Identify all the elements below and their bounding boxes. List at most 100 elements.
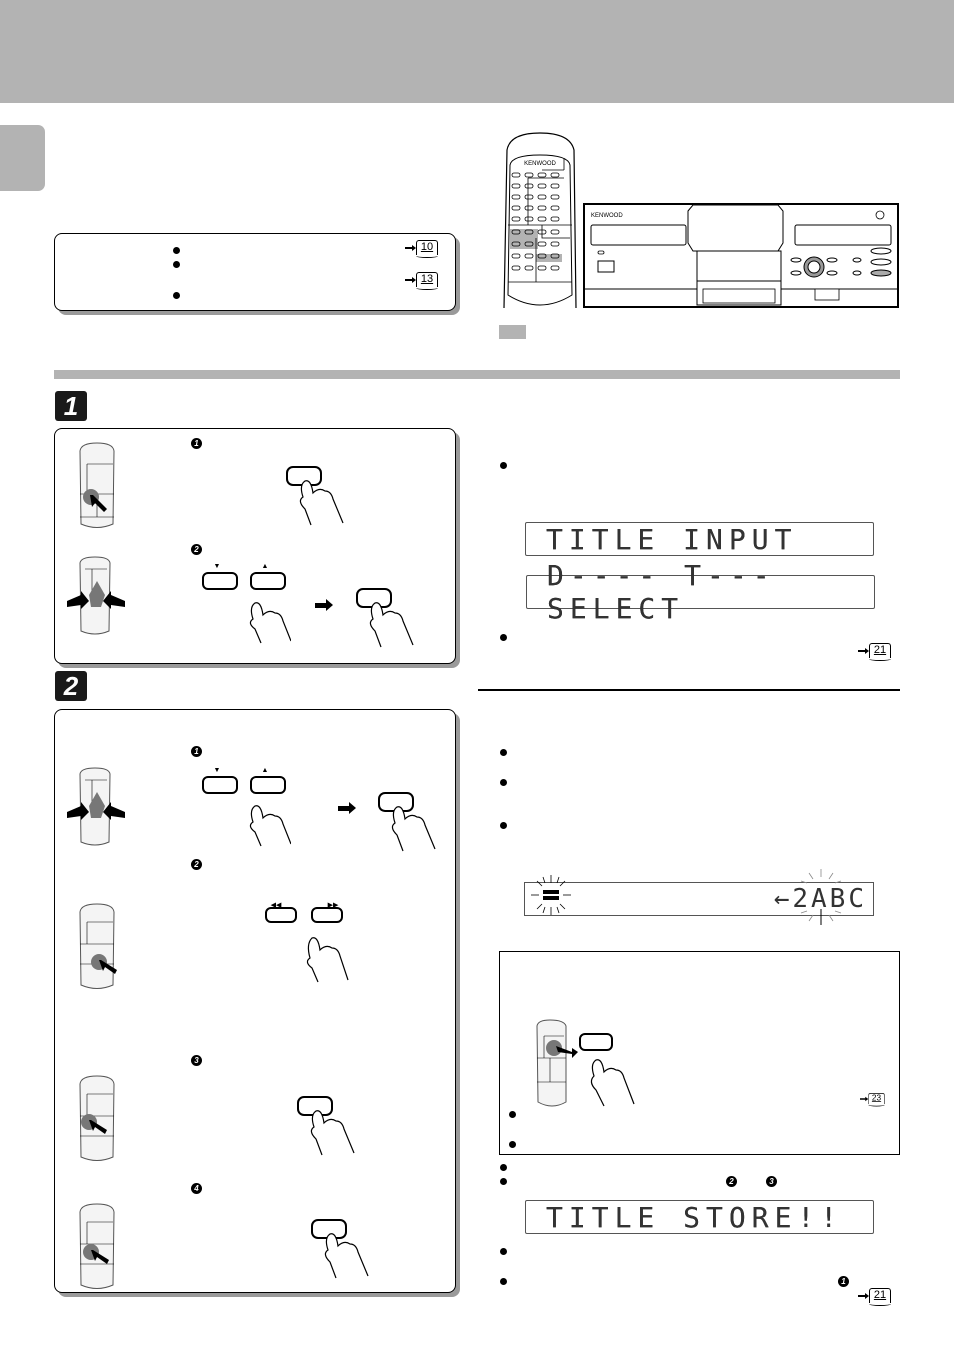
bullet <box>500 779 507 786</box>
next-arrow-icon-head <box>326 599 333 611</box>
remote-control-icon <box>79 442 115 528</box>
down-label: ▼ <box>213 767 221 774</box>
remote-control-icon <box>67 767 125 846</box>
blinking-character-icon <box>800 869 842 925</box>
hand-press-icon <box>249 602 291 644</box>
arrow-right-icon <box>858 1292 869 1299</box>
bullet <box>173 247 180 254</box>
hand-press-icon <box>306 937 349 983</box>
step-2-box: 1 ▼ ▲ 2 ◀◀ ▶▶ 3 4 <box>54 709 456 1293</box>
up-button[interactable] <box>250 776 286 794</box>
remote-control-icon <box>79 1203 115 1289</box>
bullet <box>173 261 180 268</box>
substep-marker: 1 <box>191 438 202 449</box>
arrow-right-icon <box>405 276 416 283</box>
page-reference[interactable]: 21 <box>858 1288 891 1306</box>
remote-control-icon <box>79 903 117 989</box>
up-label: ▲ <box>261 563 269 570</box>
header-band <box>0 0 954 103</box>
remote-control-icon: KENWOOD <box>503 132 577 309</box>
up-label: ▲ <box>261 767 269 774</box>
remote-control-icon <box>67 556 125 635</box>
remote-control-icon <box>536 1019 635 1107</box>
prerequisites-box: 10 13 <box>54 233 456 311</box>
down-label: ▼ <box>213 563 221 570</box>
legend-swatch <box>499 325 526 339</box>
substep-marker: 4 <box>191 1183 202 1194</box>
hand-press-icon <box>311 1219 369 1279</box>
divider <box>478 689 900 691</box>
blinking-cursor-icon <box>531 875 571 915</box>
hand-press-icon <box>356 588 414 648</box>
remote-mini-illustration <box>77 439 117 534</box>
page-reference[interactable]: 23 <box>860 1093 885 1107</box>
lcd-display-cursor: ←2ABC <box>524 869 874 925</box>
book-icon: 21 <box>869 643 891 661</box>
remote-control-illustration: KENWOOD <box>502 130 578 310</box>
down-button[interactable] <box>202 776 238 794</box>
lcd-display-title-store: TITLE STORE!! <box>525 1200 874 1234</box>
press-button-illustration[interactable] <box>285 465 365 532</box>
substep-marker: 1 <box>838 1276 849 1287</box>
bullet <box>173 292 180 299</box>
remote-control-icon <box>79 1075 115 1161</box>
lcd-display-title-input: TITLE INPUT <box>525 522 874 556</box>
arrow-right-icon <box>858 647 869 654</box>
bullet <box>500 462 507 469</box>
arrow-right-icon <box>405 244 416 251</box>
substep-marker: 2 <box>726 1176 737 1187</box>
press-button-illustration[interactable] <box>310 1218 390 1285</box>
remote-mini-illustration <box>77 1072 127 1167</box>
section-tab <box>0 125 45 191</box>
substep-marker: 2 <box>191 859 202 870</box>
note-box: 23 <box>499 951 900 1155</box>
press-button-illustration[interactable] <box>377 791 457 858</box>
step-1-badge: 1 <box>55 391 87 421</box>
remote-mini-illustration <box>536 1018 646 1113</box>
book-icon: 23 <box>868 1093 885 1107</box>
skip-back-button[interactable] <box>265 907 297 923</box>
svg-text:KENWOOD: KENWOOD <box>591 213 623 219</box>
next-arrow-icon-head <box>349 802 356 814</box>
hand-press-icon <box>378 792 436 852</box>
bullet <box>500 1278 507 1285</box>
lcd-display-select: D---- T--- SELECT <box>526 559 875 625</box>
remote-mini-illustration <box>77 1200 127 1295</box>
bullet <box>500 634 507 641</box>
page-reference[interactable]: 21 <box>858 643 891 661</box>
arrow-right-icon <box>860 1096 869 1101</box>
page-reference[interactable]: 10 <box>405 240 438 258</box>
bullet <box>500 1178 507 1185</box>
hand-press-icon <box>249 805 291 847</box>
section-rule <box>54 370 900 379</box>
substep-marker: 1 <box>191 746 202 757</box>
press-button-illustration[interactable] <box>355 587 435 654</box>
book-icon: 21 <box>869 1288 891 1306</box>
skip-forward-button[interactable] <box>311 907 343 923</box>
cd-deck-icon: KENWOOD <box>583 203 899 308</box>
bullet <box>500 1248 507 1255</box>
press-button-illustration[interactable] <box>296 1095 376 1162</box>
step-1-box: 1 2 ▼ ▲ <box>54 428 456 664</box>
remote-mini-illustration <box>67 555 125 640</box>
up-button[interactable] <box>250 572 286 590</box>
bullet <box>509 1111 516 1118</box>
hand-press-icon <box>286 466 344 526</box>
substep-marker: 3 <box>766 1176 777 1187</box>
svg-text:KENWOOD: KENWOOD <box>524 161 556 167</box>
hand-press-icon <box>297 1096 355 1156</box>
cd-deck-illustration: KENWOOD <box>583 203 899 309</box>
book-icon: 13 <box>416 272 438 290</box>
bullet <box>509 1141 516 1148</box>
down-button[interactable] <box>202 572 238 590</box>
bullet <box>500 749 507 756</box>
step-2-badge: 2 <box>55 671 87 701</box>
bullet <box>500 822 507 829</box>
substep-marker: 2 <box>191 544 202 555</box>
substep-marker: 3 <box>191 1055 202 1066</box>
remote-mini-illustration <box>77 900 127 995</box>
bullet <box>500 1164 507 1171</box>
remote-mini-illustration <box>67 766 125 851</box>
page-reference[interactable]: 13 <box>405 272 438 290</box>
book-icon: 10 <box>416 240 438 258</box>
